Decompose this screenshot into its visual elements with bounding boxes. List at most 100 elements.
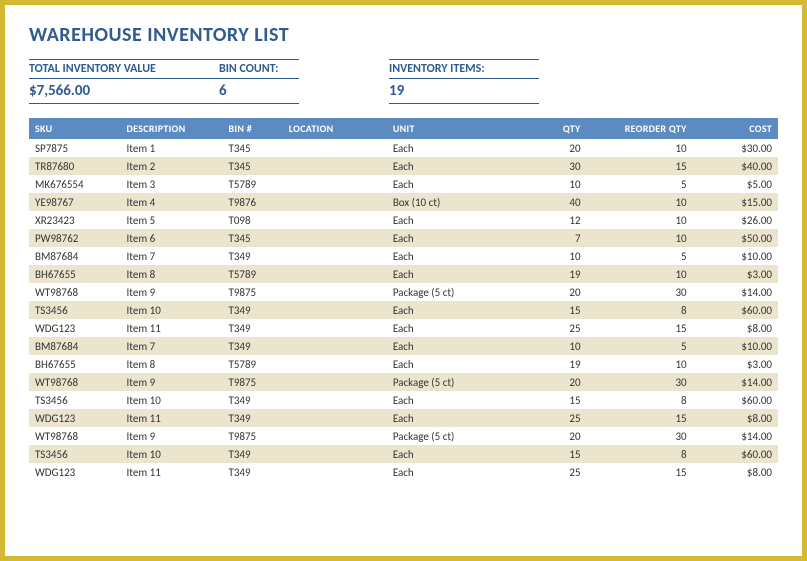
table-row: TS3456Item 10T349Each158$60.00	[29, 445, 778, 463]
cell-cost: $26.00	[693, 211, 778, 229]
cell-bin: T349	[222, 391, 282, 409]
summary-row: TOTAL INVENTORY VALUE $7,566.00 BIN COUN…	[29, 59, 778, 104]
cell-location	[283, 211, 387, 229]
cell-cost: $5.00	[693, 175, 778, 193]
table-row: TS3456Item 10T349Each158$60.00	[29, 391, 778, 409]
cell-bin: T5789	[222, 175, 282, 193]
cell-reorder: 30	[587, 373, 693, 391]
summary-total-value: TOTAL INVENTORY VALUE $7,566.00	[29, 59, 219, 104]
cell-location	[283, 157, 387, 175]
cell-bin: T349	[222, 247, 282, 265]
cell-reorder: 8	[587, 391, 693, 409]
summary-bin-count-value: 6	[219, 79, 299, 104]
cell-cost: $30.00	[693, 139, 778, 157]
cell-sku: YE98767	[29, 193, 121, 211]
cell-reorder: 10	[587, 265, 693, 283]
cell-description: Item 3	[121, 175, 223, 193]
col-sku: SKU	[29, 118, 121, 139]
cell-description: Item 9	[121, 283, 223, 301]
cell-bin: T349	[222, 409, 282, 427]
cell-description: Item 9	[121, 373, 223, 391]
cell-unit: Each	[387, 409, 512, 427]
cell-location	[283, 463, 387, 481]
cell-qty: 25	[512, 409, 587, 427]
cell-qty: 20	[512, 427, 587, 445]
summary-items-value: 19	[389, 79, 539, 104]
cell-sku: MK676554	[29, 175, 121, 193]
cell-description: Item 8	[121, 355, 223, 373]
cell-qty: 15	[512, 391, 587, 409]
cell-reorder: 8	[587, 445, 693, 463]
cell-cost: $40.00	[693, 157, 778, 175]
cell-qty: 10	[512, 175, 587, 193]
cell-qty: 20	[512, 283, 587, 301]
cell-reorder: 5	[587, 337, 693, 355]
col-bin: BIN #	[222, 118, 282, 139]
cell-location	[283, 373, 387, 391]
cell-location	[283, 265, 387, 283]
cell-location	[283, 445, 387, 463]
cell-bin: T349	[222, 319, 282, 337]
cell-reorder: 5	[587, 175, 693, 193]
summary-gap	[299, 59, 389, 104]
cell-reorder: 10	[587, 355, 693, 373]
cell-location	[283, 283, 387, 301]
summary-total-value-label: TOTAL INVENTORY VALUE	[29, 59, 219, 79]
col-description: DESCRIPTION	[121, 118, 223, 139]
summary-items-label: INVENTORY ITEMS:	[389, 59, 539, 79]
cell-sku: SP7875	[29, 139, 121, 157]
cell-unit: Each	[387, 247, 512, 265]
cell-location	[283, 229, 387, 247]
cell-unit: Package (5 ct)	[387, 283, 512, 301]
table-row: TS3456Item 10T349Each158$60.00	[29, 301, 778, 319]
table-row: WT98768Item 9T9875Package (5 ct)2030$14.…	[29, 427, 778, 445]
cell-sku: WDG123	[29, 463, 121, 481]
cell-qty: 19	[512, 265, 587, 283]
cell-sku: WT98768	[29, 427, 121, 445]
table-row: TR87680Item 2T345Each3015$40.00	[29, 157, 778, 175]
inventory-page: WAREHOUSE INVENTORY LIST TOTAL INVENTORY…	[0, 0, 807, 561]
cell-sku: PW98762	[29, 229, 121, 247]
cell-reorder: 10	[587, 211, 693, 229]
table-row: WDG123Item 11T349Each2515$8.00	[29, 409, 778, 427]
cell-location	[283, 139, 387, 157]
cell-sku: TS3456	[29, 301, 121, 319]
summary-bin-count: BIN COUNT: 6	[219, 59, 299, 104]
cell-cost: $10.00	[693, 247, 778, 265]
cell-unit: Each	[387, 265, 512, 283]
cell-sku: BM87684	[29, 247, 121, 265]
cell-description: Item 6	[121, 229, 223, 247]
table-row: BM87684Item 7T349Each105$10.00	[29, 247, 778, 265]
table-row: WT98768Item 9T9875Package (5 ct)2030$14.…	[29, 373, 778, 391]
cell-bin: T098	[222, 211, 282, 229]
cell-bin: T9876	[222, 193, 282, 211]
cell-cost: $60.00	[693, 391, 778, 409]
cell-sku: TS3456	[29, 391, 121, 409]
cell-description: Item 7	[121, 337, 223, 355]
table-row: XR23423Item 5T098Each1210$26.00	[29, 211, 778, 229]
cell-unit: Each	[387, 319, 512, 337]
cell-cost: $8.00	[693, 319, 778, 337]
cell-qty: 10	[512, 337, 587, 355]
cell-qty: 40	[512, 193, 587, 211]
cell-qty: 19	[512, 355, 587, 373]
cell-unit: Each	[387, 175, 512, 193]
cell-sku: TS3456	[29, 445, 121, 463]
table-row: SP7875Item 1T345Each2010$30.00	[29, 139, 778, 157]
cell-location	[283, 247, 387, 265]
cell-reorder: 15	[587, 157, 693, 175]
cell-reorder: 8	[587, 301, 693, 319]
cell-cost: $10.00	[693, 337, 778, 355]
cell-unit: Each	[387, 337, 512, 355]
cell-description: Item 10	[121, 301, 223, 319]
cell-reorder: 30	[587, 427, 693, 445]
table-row: YE98767Item 4T9876Box (10 ct)4010$15.00	[29, 193, 778, 211]
cell-cost: $14.00	[693, 373, 778, 391]
cell-sku: WDG123	[29, 319, 121, 337]
cell-cost: $14.00	[693, 427, 778, 445]
cell-description: Item 10	[121, 445, 223, 463]
col-reorder: REORDER QTY	[587, 118, 693, 139]
cell-unit: Each	[387, 355, 512, 373]
cell-cost: $3.00	[693, 355, 778, 373]
cell-bin: T345	[222, 157, 282, 175]
